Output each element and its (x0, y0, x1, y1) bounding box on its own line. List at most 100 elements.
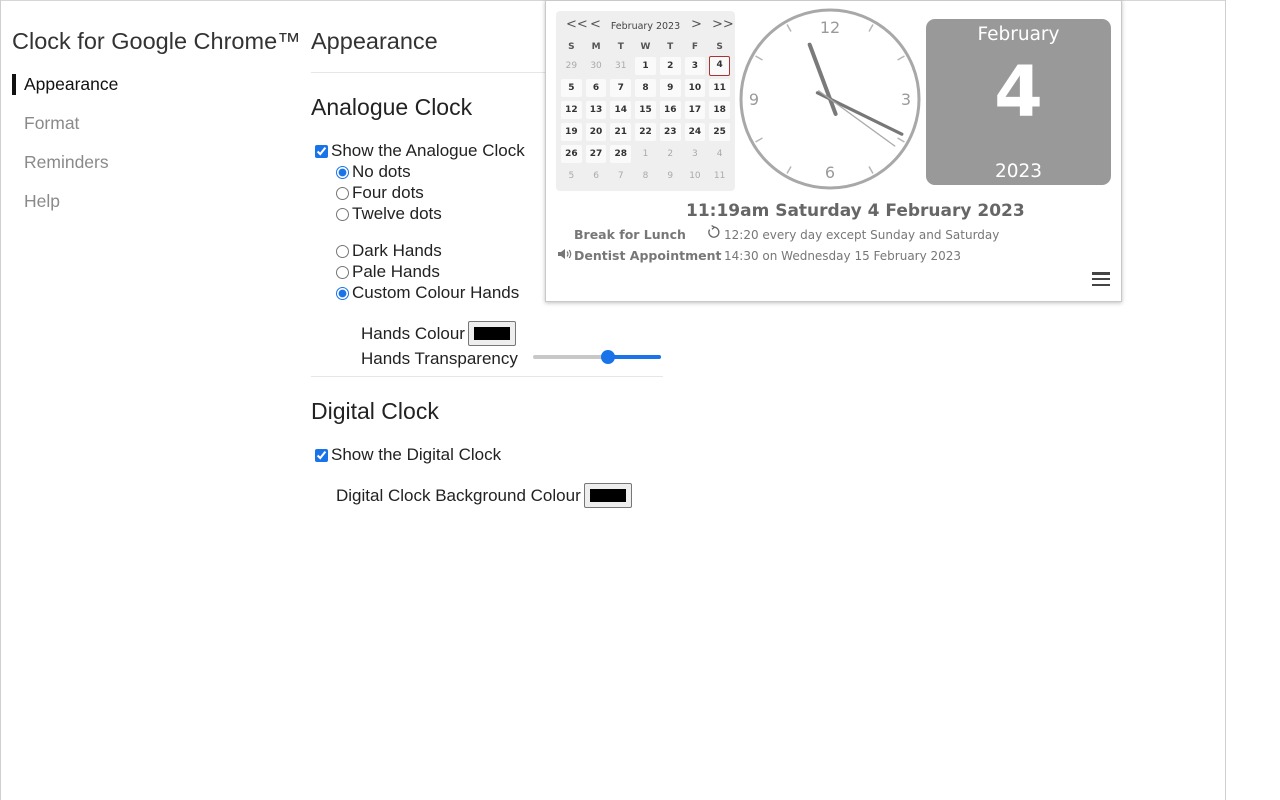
calendar-day[interactable]: 18 (709, 101, 730, 119)
clock-numeral-12: 12 (820, 18, 840, 37)
calendar-day[interactable]: 8 (635, 167, 656, 185)
calendar-week-row: 12 13 14 15 16 17 18 (559, 99, 732, 121)
clock-popup: << < February 2023 > >> SMTWTFS 29 30 31 1 2… (545, 0, 1122, 302)
clock-numeral-6: 6 (825, 163, 835, 182)
calendar-day[interactable]: 8 (635, 79, 656, 97)
sidebar-item-appearance[interactable]: Appearance (12, 72, 118, 111)
digital-time-readout: 11:19am Saturday 4 February 2023 (686, 201, 1025, 221)
weekday-label: F (691, 42, 698, 52)
four-dots-radio[interactable] (336, 186, 349, 200)
calendar-day[interactable]: 14 (610, 101, 632, 119)
calendar-day[interactable]: 25 (709, 123, 730, 141)
hamburger-icon[interactable] (1092, 272, 1110, 287)
slider-thumb[interactable] (601, 350, 616, 364)
no-dots-radio[interactable] (336, 165, 349, 179)
calendar-day[interactable]: 2 (660, 145, 681, 163)
show-analogue-clock-checkbox[interactable] (315, 144, 328, 158)
sidebar-item-reminders[interactable]: Reminders (12, 150, 118, 189)
calendar-day[interactable]: 1 (635, 145, 656, 163)
calendar-week-row: 19 20 21 22 23 24 25 (559, 121, 732, 143)
calendar-day[interactable]: 6 (585, 79, 607, 97)
twelve-dots-radio[interactable] (336, 207, 349, 221)
custom-colour-hands-radio[interactable] (336, 286, 349, 300)
hands-transparency-slider[interactable] (533, 349, 661, 365)
digital-clock-heading: Digital Clock (311, 398, 439, 424)
hands-transparency-label: Hands Transparency (361, 349, 518, 368)
calendar-day[interactable]: 22 (635, 123, 656, 141)
calendar-day[interactable]: 9 (659, 79, 681, 97)
four-dots-option[interactable]: Four dots (336, 183, 424, 203)
dark-hands-option[interactable]: Dark Hands (336, 241, 442, 261)
calendar-day[interactable]: 10 (685, 167, 706, 185)
hands-colour-picker[interactable] (467, 321, 516, 346)
calendar-day[interactable]: 30 (586, 57, 607, 75)
custom-colour-hands-option[interactable]: Custom Colour Hands (336, 283, 519, 303)
calendar-day[interactable]: 5 (561, 79, 582, 97)
calendar-day[interactable]: 4 (709, 145, 730, 163)
pale-hands-label: Pale Hands (352, 262, 440, 281)
show-digital-clock-option[interactable]: Show the Digital Clock (315, 445, 501, 465)
calendar-day[interactable]: 27 (585, 145, 607, 163)
calendar-day[interactable]: 5 (561, 167, 582, 185)
calendar-day[interactable]: 16 (659, 101, 681, 119)
show-digital-clock-label: Show the Digital Clock (331, 445, 502, 464)
twelve-dots-label: Twelve dots (352, 204, 442, 223)
calendar-day[interactable]: 1 (635, 57, 656, 75)
next-year-button[interactable]: >> (712, 17, 734, 32)
calendar-day[interactable]: 3 (685, 145, 706, 163)
calendar-day[interactable]: 7 (610, 79, 632, 97)
calendar-day[interactable]: 11 (709, 167, 730, 185)
analogue-clock-heading: Analogue Clock (311, 94, 473, 120)
no-dots-option[interactable]: No dots (336, 162, 411, 182)
calendar-day[interactable]: 11 (709, 79, 730, 97)
calendar-day[interactable]: 19 (561, 123, 582, 141)
calendar-day[interactable]: 21 (610, 123, 632, 141)
calendar-day[interactable]: 26 (561, 145, 582, 163)
custom-colour-hands-label: Custom Colour Hands (352, 283, 520, 302)
pale-hands-radio[interactable] (336, 265, 349, 279)
date-card-month: February (977, 24, 1060, 45)
clock-numeral-3: 3 (901, 90, 911, 109)
twelve-dots-option[interactable]: Twelve dots (336, 204, 442, 224)
calendar-day[interactable]: 28 (610, 145, 632, 163)
hands-colour-label: Hands Colour (361, 323, 465, 343)
calendar-day[interactable]: 2 (659, 57, 681, 75)
calendar-day-today[interactable]: 4 (709, 56, 730, 76)
sidebar-item-help[interactable]: Help (12, 189, 118, 228)
calendar-day[interactable]: 6 (586, 167, 607, 185)
weekday-label: W (640, 42, 651, 52)
dark-hands-radio[interactable] (336, 244, 349, 258)
repeat-icon (708, 225, 720, 238)
date-card-day: 4 (994, 51, 1043, 133)
mini-calendar: << < February 2023 > >> SMTWTFS 29 30 31 1 2… (556, 11, 735, 191)
calendar-day[interactable]: 15 (635, 101, 656, 119)
reminder-name: Dentist Appointment (574, 248, 722, 263)
calendar-day[interactable]: 31 (610, 57, 631, 75)
calendar-day[interactable]: 23 (659, 123, 681, 141)
calendar-day[interactable]: 9 (660, 167, 681, 185)
window-right-border (1225, 0, 1226, 800)
calendar-day[interactable]: 20 (585, 123, 607, 141)
calendar-day[interactable]: 7 (610, 167, 631, 185)
calendar-day[interactable]: 12 (561, 101, 582, 119)
title-divider (311, 72, 551, 73)
digital-bg-colour-picker[interactable] (583, 483, 632, 508)
next-month-button[interactable]: > (691, 17, 702, 32)
calendar-week-row: 5 6 7 8 9 10 11 (559, 165, 732, 187)
weekday-label: T (617, 42, 624, 52)
reminder-description: 12:20 every day except Sunday and Saturd… (724, 228, 1000, 242)
calendar-grid: SMTWTFS 29 30 31 1 2 3 4 5 6 7 8 9 10 11 12 13 14 15 16 17 1… (559, 39, 732, 187)
pale-hands-option[interactable]: Pale Hands (336, 262, 440, 282)
calendar-day[interactable]: 3 (684, 57, 706, 75)
calendar-day[interactable]: 29 (561, 57, 582, 75)
calendar-day[interactable]: 17 (684, 101, 706, 119)
speaker-icon (558, 249, 572, 259)
show-digital-clock-checkbox[interactable] (315, 448, 328, 462)
show-analogue-clock-option[interactable]: Show the Analogue Clock (315, 141, 525, 161)
calendar-day[interactable]: 13 (585, 101, 607, 119)
sidebar-item-format[interactable]: Format (12, 111, 118, 150)
calendar-day[interactable]: 10 (684, 79, 706, 97)
calendar-day[interactable]: 24 (684, 123, 706, 141)
date-card-year: 2023 (994, 161, 1043, 182)
slider-fill (608, 355, 661, 359)
